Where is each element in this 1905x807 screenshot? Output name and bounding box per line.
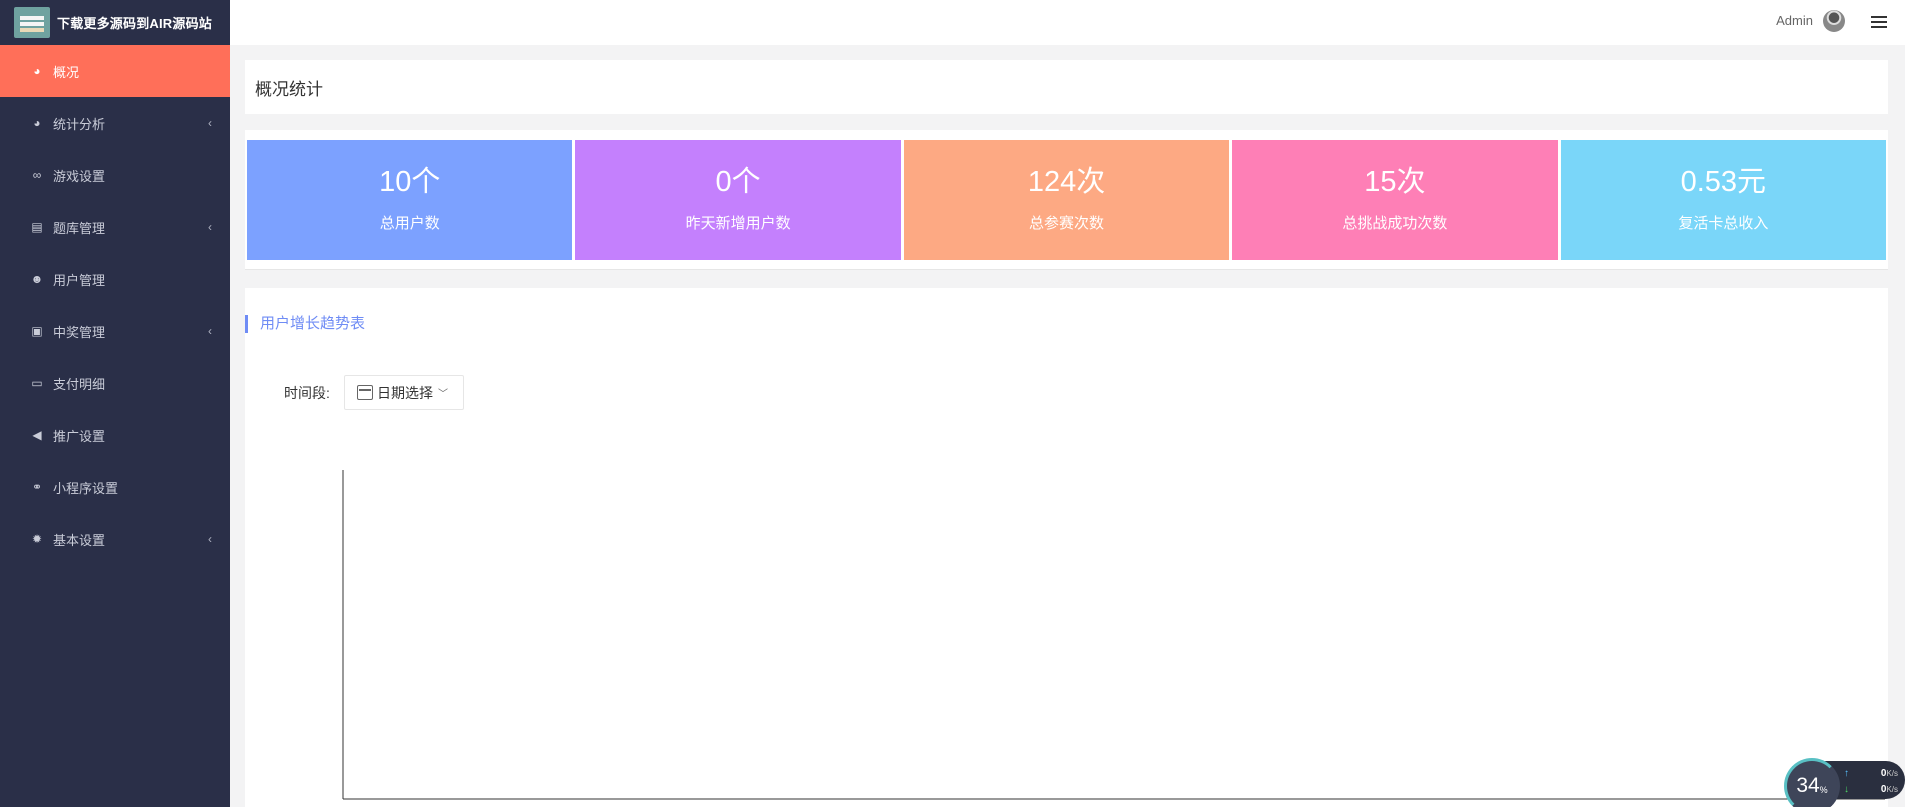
user-circle-icon: ☻	[30, 272, 44, 286]
arrow-down-icon: ↓	[1844, 784, 1849, 795]
stat-value: 10个	[379, 166, 441, 198]
stats-panel: 10个 总用户数 0个 昨天新增用户数 124次 总参赛次数 15次 总挑战成功…	[245, 130, 1888, 270]
page-title: 概况统计	[255, 79, 323, 99]
sidebar-item-label: 中奖管理	[53, 324, 106, 340]
sidebar-item-label: 基本设置	[53, 532, 106, 548]
stat-card-total-entries: 124次 总参赛次数	[903, 140, 1230, 260]
chevron-left-icon: ‹	[208, 324, 212, 338]
stat-value: 15次	[1364, 166, 1426, 198]
sidebar-menu: ◕ 概况 ◕ 统计分析 ‹ ∞ 游戏设置 ▤ 题库管理 ‹ ☻ 用户管理 ▣ 中…	[0, 45, 230, 565]
overview-panel: 概况统计	[245, 60, 1888, 114]
avatar[interactable]	[1823, 10, 1845, 32]
sidebar-item-miniprogram[interactable]: ⚭ 小程序设置	[0, 461, 230, 513]
badge-icon: ▣	[31, 324, 43, 338]
stat-label: 复活卡总收入	[1678, 215, 1769, 232]
sidebar-item-basic-settings[interactable]: ✹ 基本设置 ‹	[0, 513, 230, 565]
chevron-left-icon: ‹	[208, 220, 212, 234]
sidebar-item-label: 支付明细	[53, 376, 106, 392]
hamburger-menu-icon[interactable]	[1871, 12, 1887, 32]
sidebar-item-label: 概况	[53, 64, 80, 80]
brand-title: 下载更多源码到AIR源码站	[57, 16, 212, 31]
chevron-left-icon: ‹	[208, 532, 212, 546]
user-name[interactable]: Admin	[1776, 13, 1813, 28]
sidebar-item-overview[interactable]: ◕ 概况	[0, 45, 230, 97]
arrow-up-icon: ↑	[1844, 768, 1849, 779]
gauge-percent: 34	[1796, 774, 1820, 797]
gear-icon: ✹	[31, 532, 43, 546]
stat-card-revive-income: 0.53元 复活卡总收入	[1560, 140, 1887, 260]
sidebar-item-label: 小程序设置	[53, 480, 119, 496]
sidebar-item-payments[interactable]: ▭ 支付明细	[0, 357, 230, 409]
upload-speed: ↑ 0K/s	[1844, 768, 1904, 779]
pie-chart-icon: ◕	[33, 116, 41, 130]
gamepad-icon: ∞	[32, 168, 42, 182]
speed-unit: K/s	[1886, 769, 1898, 778]
stat-card-new-users: 0个 昨天新增用户数	[575, 140, 901, 260]
chart-panel: 用户增长趋势表 时间段: 日期选择 ﹀	[245, 288, 1888, 807]
sidebar-item-label: 游戏设置	[53, 168, 106, 184]
sidebar-item-question-bank[interactable]: ▤ 题库管理 ‹	[0, 201, 230, 253]
stat-label: 总挑战成功次数	[1342, 215, 1448, 232]
sidebar-item-statistics[interactable]: ◕ 统计分析 ‹	[0, 97, 230, 149]
topbar: Admin	[230, 0, 1905, 45]
brand[interactable]: 下载更多源码到AIR源码站	[0, 0, 230, 45]
stat-label: 总用户数	[379, 215, 440, 232]
stat-label: 昨天新增用户数	[685, 215, 791, 232]
sidebar-item-label: 用户管理	[53, 272, 106, 288]
sidebar-item-users[interactable]: ☻ 用户管理	[0, 253, 230, 305]
pie-chart-icon: ◕	[33, 64, 41, 78]
megaphone-icon: ◀	[32, 428, 42, 442]
stat-label: 总参赛次数	[1029, 215, 1105, 232]
download-speed: ↓ 0K/s	[1844, 784, 1904, 795]
sidebar-item-label: 统计分析	[53, 116, 106, 132]
sidebar-item-label: 题库管理	[53, 220, 106, 236]
link-icon: ⚭	[31, 480, 43, 494]
stat-value: 124次	[1027, 166, 1106, 198]
sidebar-item-label: 推广设置	[53, 428, 106, 444]
list-icon: ▤	[31, 220, 43, 234]
stat-card-total-users: 10个 总用户数	[247, 140, 573, 260]
logo-icon	[14, 7, 50, 38]
stat-value: 0个	[715, 166, 761, 198]
chevron-left-icon: ‹	[208, 116, 212, 130]
line-chart	[342, 470, 1885, 800]
stat-card-successes: 15次 总挑战成功次数	[1232, 140, 1558, 260]
stat-value: 0.53元	[1680, 166, 1767, 198]
gauge-percent-unit: %	[1819, 785, 1828, 795]
sidebar: 下载更多源码到AIR源码站 ◕ 概况 ◕ 统计分析 ‹ ∞ 游戏设置 ▤ 题库管…	[0, 0, 230, 807]
credit-card-icon: ▭	[31, 376, 43, 390]
sidebar-item-game-settings[interactable]: ∞ 游戏设置	[0, 149, 230, 201]
sidebar-item-prizes[interactable]: ▣ 中奖管理 ‹	[0, 305, 230, 357]
speed-unit: K/s	[1886, 785, 1898, 794]
stats-row: 10个 总用户数 0个 昨天新增用户数 124次 总参赛次数 15次 总挑战成功…	[247, 140, 1887, 260]
network-monitor-widget[interactable]: ↑ 0K/s ↓ 0K/s 34%	[1784, 758, 1905, 807]
sidebar-item-promotion[interactable]: ◀ 推广设置	[0, 409, 230, 461]
cpu-gauge: 34%	[1784, 758, 1840, 807]
